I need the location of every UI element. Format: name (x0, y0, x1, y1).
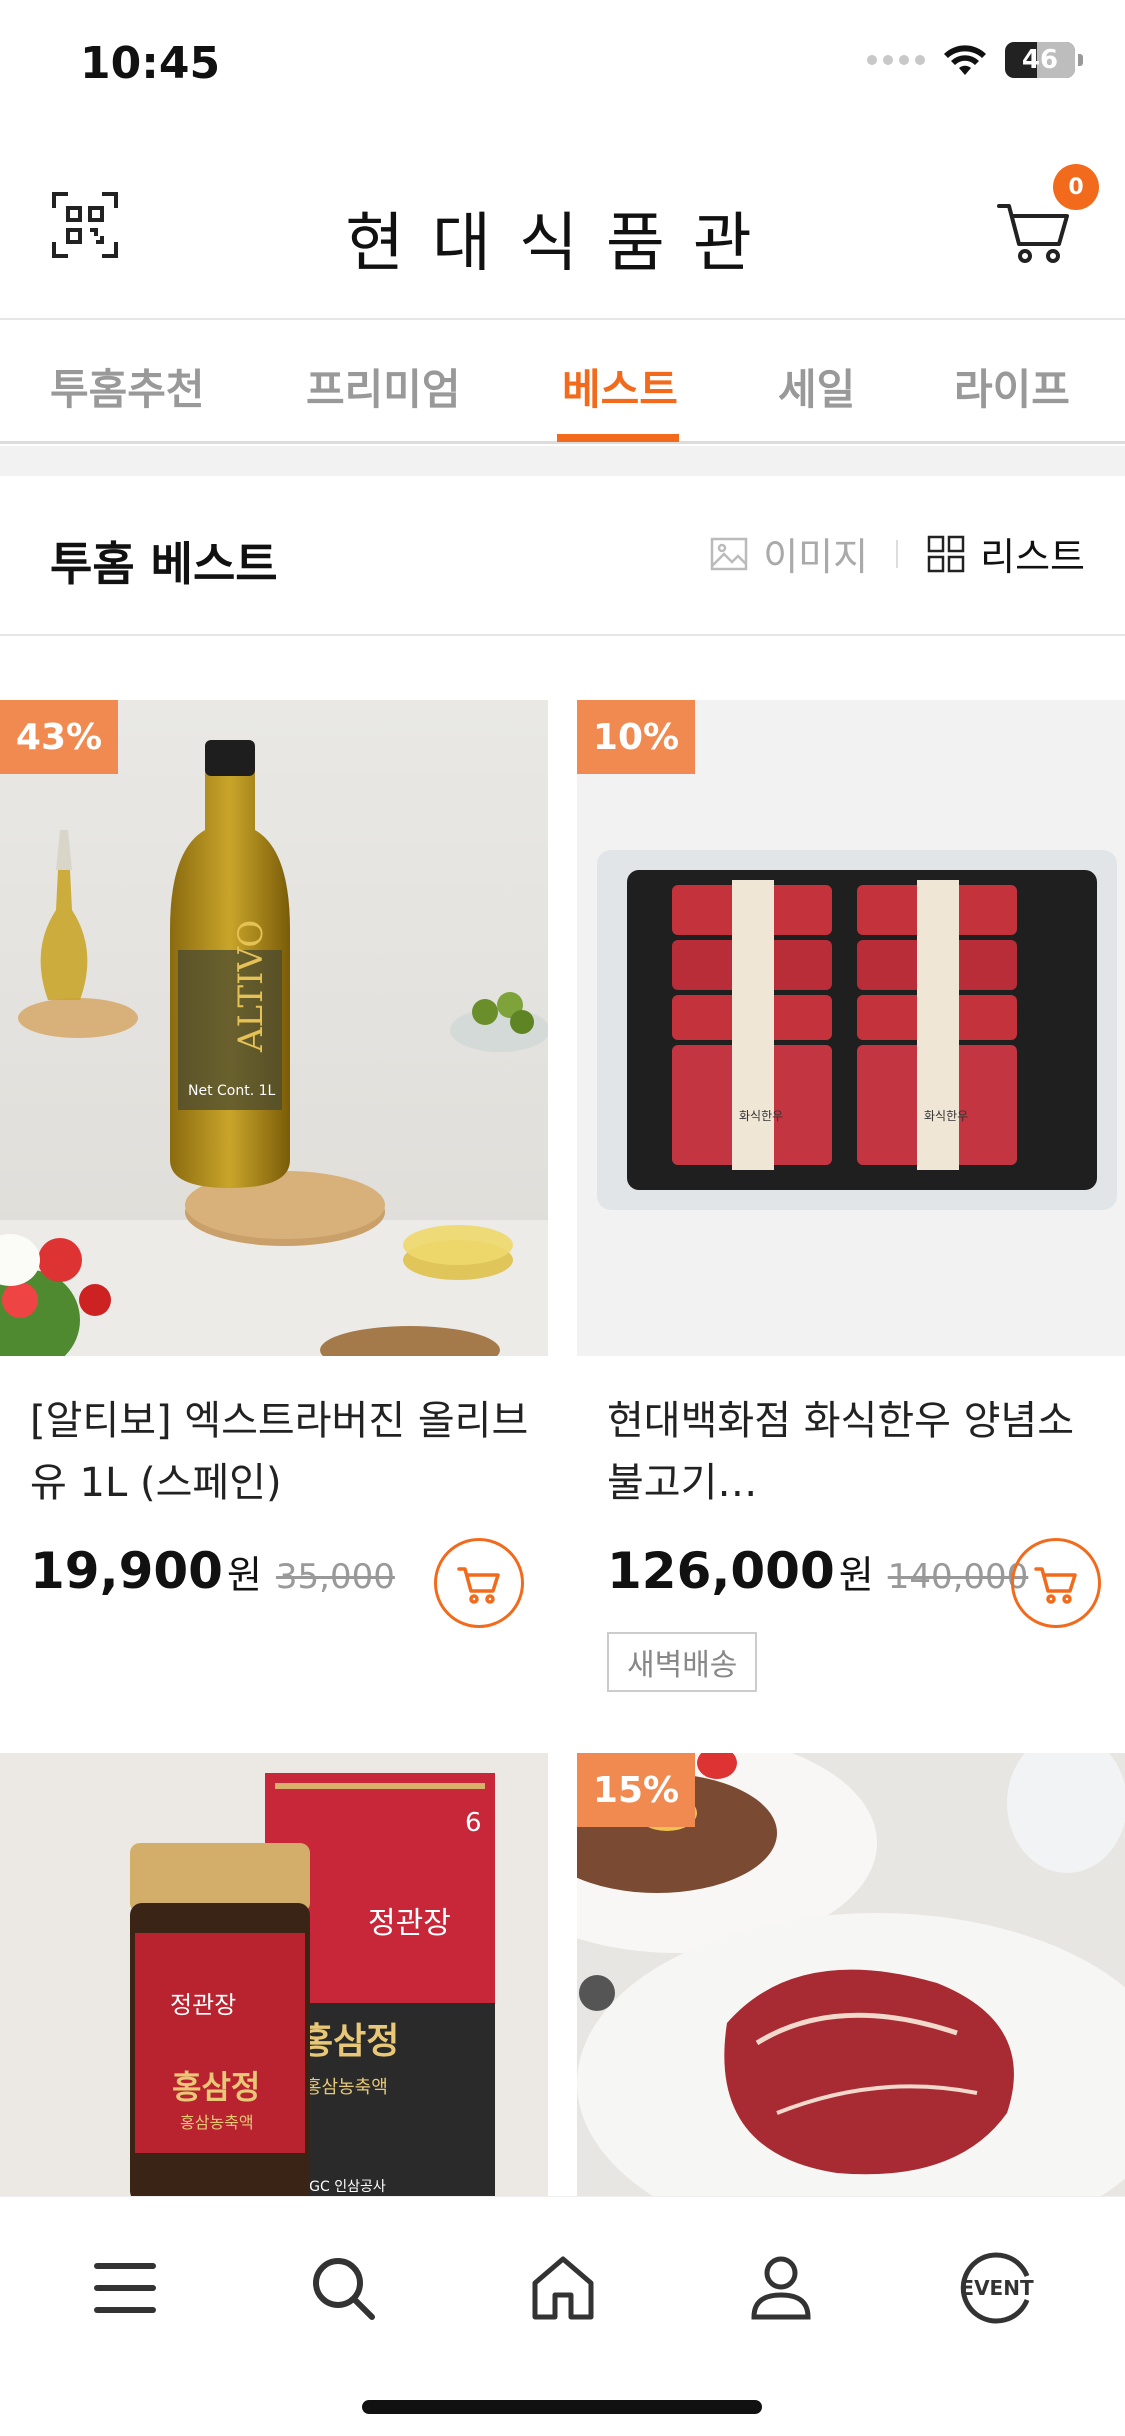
event-label: EVENT (960, 2276, 1034, 2300)
view-list-label: 리스트 (980, 535, 1085, 579)
price-row: 126,000 원 140,000 (607, 1542, 1028, 1600)
product-card[interactable]: 홍삼정 홍삼농축액 KGC 인삼공사 정관장 6 정관장 홍삼정 홍삼농축액 (0, 1753, 548, 2196)
sale-price: 126,000 (607, 1542, 835, 1600)
currency: 원 (838, 1553, 874, 1597)
add-to-cart-button[interactable] (434, 1538, 524, 1628)
cart-count-badge: 0 (1053, 164, 1099, 210)
original-price: 140,000 (887, 1557, 1029, 1597)
product-image[interactable]: 홍삼정 홍삼농축액 KGC 인삼공사 정관장 6 정관장 홍삼정 홍삼농축액 (0, 1753, 548, 2196)
product-card[interactable]: 화식한우 화식한우 10% 현대백화점 화식한우 양념소불고기… 126,000… (577, 700, 1125, 1700)
discount-badge: 15% (577, 1753, 695, 1827)
nav-menu[interactable] (80, 2243, 170, 2333)
jar-desc: 홍삼농축액 (180, 2113, 254, 2132)
pack-label: 화식한우 (924, 1109, 968, 1123)
category-tabs: 투홈추천 프리미엄 베스트 세일 라이프 (0, 322, 1125, 444)
box-product-name: 홍삼정 (300, 2021, 399, 2062)
battery-level: 46 (1021, 45, 1059, 75)
currency: 원 (226, 1553, 262, 1597)
box-years: 6 (465, 1808, 482, 1838)
grid-icon (927, 535, 965, 572)
cellular-signal-icon (867, 55, 925, 65)
product-image[interactable]: ALTIVO Net Cont. 1L (0, 700, 548, 1356)
section-separator (0, 446, 1125, 476)
product-name[interactable]: 현대백화점 화식한우 양념소불고기… (607, 1390, 1107, 1514)
home-icon (532, 2256, 594, 2320)
nav-my[interactable] (736, 2243, 826, 2333)
product-name[interactable]: [알티보] 엑스트라버진 올리브유 1L (스페인) (30, 1390, 530, 1514)
home-indicator (362, 2400, 762, 2414)
box-desc: 홍삼농축액 (305, 2077, 388, 2098)
search-icon (313, 2258, 375, 2320)
jar-brand: 정관장 (170, 1991, 236, 2019)
add-to-cart-button[interactable] (1011, 1538, 1101, 1628)
nav-home[interactable] (518, 2243, 608, 2333)
cart-icon (1034, 1567, 1077, 1604)
bottle-volume: Net Cont. 1L (188, 1083, 276, 1099)
delivery-tag: 새벽배송 (607, 1632, 758, 1692)
original-price: 35,000 (275, 1557, 395, 1597)
view-list-button[interactable]: 리스트 (926, 526, 1085, 581)
tab-best[interactable]: 베스트 (562, 356, 678, 417)
product-card[interactable]: 15% (577, 1753, 1125, 2196)
nav-event[interactable]: EVENT (952, 2243, 1042, 2333)
status-indicators: 46 (867, 42, 1083, 78)
box-brand: 정관장 (368, 1906, 451, 1941)
tab-life[interactable]: 라이프 (954, 356, 1070, 417)
sale-price: 19,900 (30, 1542, 223, 1600)
tab-recommend[interactable]: 투홈추천 (50, 356, 205, 417)
event-icon: EVENT (960, 2252, 1034, 2324)
view-toggle: 이미지 리스트 (709, 526, 1085, 581)
tab-premium[interactable]: 프리미엄 (306, 356, 461, 417)
view-image-label: 이미지 (763, 535, 869, 579)
box-maker: KGC 인삼공사 (300, 2179, 386, 2195)
app-header: 현대식품관 0 (0, 140, 1125, 320)
user-icon (751, 2256, 811, 2320)
image-icon (710, 537, 748, 570)
menu-icon (94, 2263, 156, 2313)
wifi-icon (944, 45, 986, 75)
product-image[interactable]: 화식한우 화식한우 (577, 700, 1125, 1356)
tab-sale[interactable]: 세일 (778, 356, 855, 417)
status-bar: 10:45 46 (0, 0, 1125, 140)
product-card[interactable]: ALTIVO Net Cont. 1L 43% [알티보] 엑스트라버진 올리브… (0, 700, 548, 1700)
jar-product: 홍삼정 (172, 2068, 260, 2106)
pack-label: 화식한우 (739, 1109, 783, 1123)
status-time: 10:45 (80, 38, 221, 89)
battery-icon: 46 (1005, 42, 1083, 78)
cart-icon (457, 1567, 500, 1604)
bottle-label: ALTIVO (231, 920, 271, 1053)
page-title: 현대식품관 (345, 207, 780, 281)
price-row: 19,900 원 35,000 (30, 1542, 395, 1600)
section-title: 투홈 베스트 (50, 537, 278, 591)
divider (896, 539, 899, 568)
view-image-button[interactable]: 이미지 (709, 526, 868, 581)
discount-badge: 43% (0, 700, 118, 774)
active-tab-indicator (557, 434, 679, 442)
nav-search[interactable] (298, 2243, 388, 2333)
discount-badge: 10% (577, 700, 695, 774)
section-header: 투홈 베스트 이미지 리스트 (0, 476, 1125, 636)
